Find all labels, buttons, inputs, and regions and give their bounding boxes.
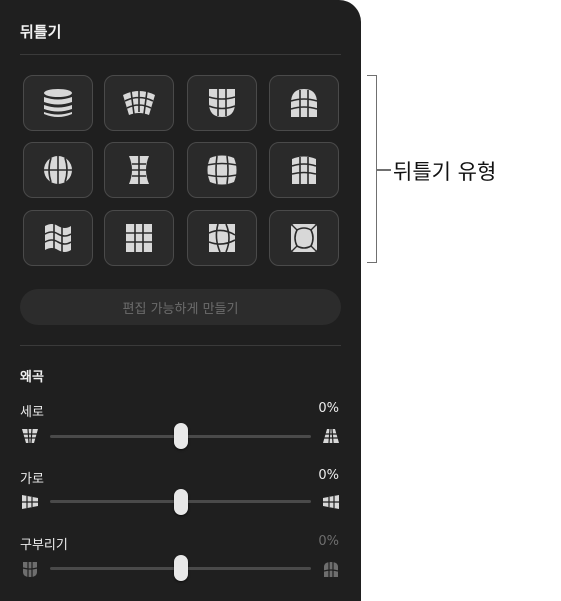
warp-flag-button[interactable] bbox=[269, 142, 339, 198]
arc-warp-icon bbox=[123, 90, 155, 115]
flag-warp-icon bbox=[291, 156, 317, 184]
grid-warp-icon bbox=[126, 224, 152, 252]
warp-bulge-button[interactable] bbox=[187, 142, 257, 198]
twist-warp-icon bbox=[208, 223, 236, 253]
bend-value: 0% bbox=[318, 534, 339, 549]
vertical-wide-icon bbox=[323, 428, 339, 444]
warp-arc-button[interactable] bbox=[104, 75, 174, 131]
divider bbox=[20, 54, 341, 55]
callout-line bbox=[377, 169, 391, 171]
warp-grid-button[interactable] bbox=[104, 210, 174, 266]
warp-panel: 뒤틀기 편집 가능하게 만들기 왜곡 세로 0% 가로 0% 구부리기 0% bbox=[0, 0, 361, 601]
bend-slider-knob[interactable] bbox=[174, 555, 188, 581]
arch-warp-icon bbox=[290, 89, 318, 117]
warp-sphere-button[interactable] bbox=[23, 142, 93, 198]
callout-bracket bbox=[367, 75, 377, 263]
horizontal-narrow-icon bbox=[22, 495, 38, 509]
warp-pinch-button[interactable] bbox=[104, 142, 174, 198]
panel-title: 뒤틀기 bbox=[20, 23, 62, 41]
callout-label: 뒤틀기 유형 bbox=[393, 160, 497, 184]
warp-twist-button[interactable] bbox=[187, 210, 257, 266]
vertical-narrow-icon bbox=[22, 428, 38, 444]
vertical-label: 세로 bbox=[20, 405, 44, 420]
bend-label: 구부리기 bbox=[20, 538, 68, 553]
inflate-warp-icon bbox=[290, 223, 318, 253]
warp-arch-button[interactable] bbox=[269, 75, 339, 131]
horizontal-label: 가로 bbox=[20, 472, 44, 487]
distortion-title: 왜곡 bbox=[20, 370, 44, 385]
bulge-warp-icon bbox=[206, 155, 238, 185]
horizontal-slider-knob[interactable] bbox=[174, 489, 188, 515]
bend-right-icon bbox=[323, 562, 339, 577]
cup-warp-icon bbox=[208, 89, 236, 117]
cylinder-warp-icon bbox=[44, 89, 72, 117]
sphere-warp-icon bbox=[44, 156, 72, 184]
warp-cup-button[interactable] bbox=[187, 75, 257, 131]
bend-left-icon bbox=[22, 562, 38, 577]
vertical-slider-knob[interactable] bbox=[174, 423, 188, 449]
warp-wave-button[interactable] bbox=[23, 210, 93, 266]
wave-warp-icon bbox=[44, 224, 72, 252]
make-editable-button[interactable]: 편집 가능하게 만들기 bbox=[20, 289, 341, 325]
warp-inflate-button[interactable] bbox=[269, 210, 339, 266]
divider bbox=[20, 345, 341, 346]
vertical-value: 0% bbox=[318, 401, 339, 416]
horizontal-value: 0% bbox=[318, 468, 339, 483]
horizontal-wide-icon bbox=[323, 495, 339, 509]
pinch-warp-icon bbox=[129, 156, 149, 184]
warp-cylinder-button[interactable] bbox=[23, 75, 93, 131]
